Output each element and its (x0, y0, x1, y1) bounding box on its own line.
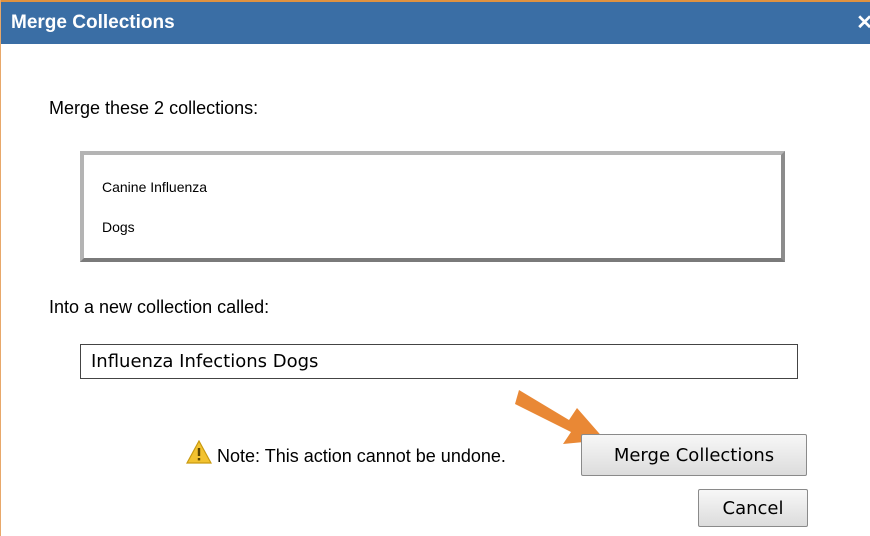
warning-icon (186, 440, 212, 464)
dialog-titlebar: Merge Collections ✕ (1, 0, 870, 44)
undo-warning-note: Note: This action cannot be undone. (217, 446, 506, 466)
new-collection-name-input[interactable] (80, 344, 798, 379)
merge-prompt-label: Merge these 2 collections: (49, 98, 259, 118)
new-collection-label: Into a new collection called: (49, 297, 270, 317)
collection-item: Dogs (102, 219, 135, 235)
collections-listbox: Canine Influenza Dogs (80, 151, 785, 262)
collection-item: Canine Influenza (102, 179, 208, 195)
merge-collections-dialog: Merge Collections ✕ Merge these 2 collec… (0, 0, 870, 536)
cancel-button[interactable]: Cancel (698, 489, 808, 527)
merge-collections-button[interactable]: Merge Collections (581, 434, 807, 476)
close-icon[interactable]: ✕ (856, 10, 870, 35)
dialog-title: Merge Collections (11, 12, 175, 33)
